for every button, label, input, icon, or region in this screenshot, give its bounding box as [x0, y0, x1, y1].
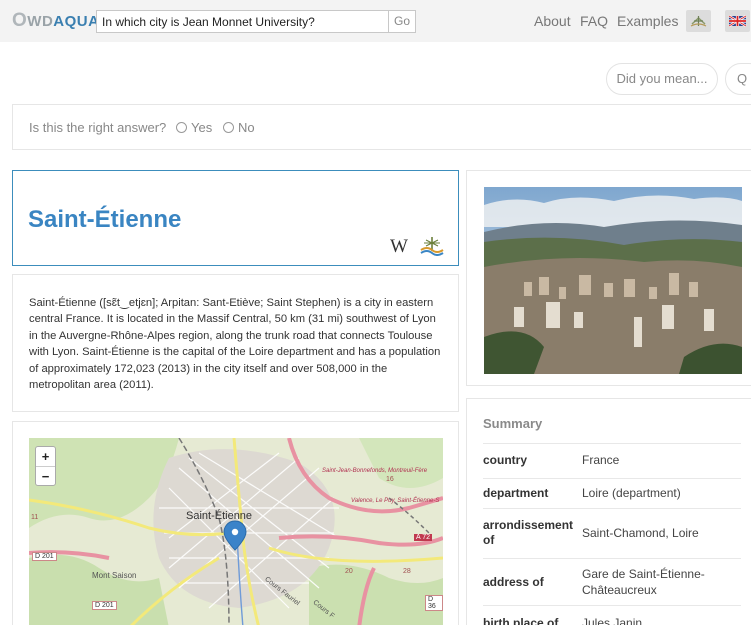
- summary-key: address of: [483, 575, 544, 589]
- nav-examples-link[interactable]: Examples: [617, 13, 678, 29]
- map-label-d201-a: D 201: [32, 552, 57, 561]
- summary-value[interactable]: Gare de Saint-Étienne-Châteaucreux: [582, 566, 742, 598]
- no-label: No: [238, 120, 255, 135]
- map-label-20: 20: [345, 568, 353, 575]
- map-zoom-control: + −: [35, 446, 56, 486]
- wdaqua-logo[interactable]: OWDAQUA: [12, 10, 99, 32]
- summary-row-department: department Loire (department): [483, 478, 741, 508]
- summary-value[interactable]: Saint-Chamond, Loire: [582, 525, 742, 541]
- summary-key: arrondissement of: [483, 518, 574, 547]
- map-label-mont-saison: Mont Saison: [92, 571, 137, 580]
- summary-value[interactable]: Jules Janin: [582, 615, 742, 625]
- map-label-11: 11: [31, 514, 39, 521]
- top-bar: OWDAQUA Go About FAQ Examples: [0, 0, 751, 42]
- go-button[interactable]: Go: [388, 10, 416, 33]
- wikidata-icon[interactable]: [419, 234, 445, 256]
- wikipedia-icon[interactable]: W: [390, 236, 408, 258]
- feedback-panel: Is this the right answer? Yes No: [12, 104, 751, 150]
- language-icon[interactable]: [686, 10, 711, 32]
- summary-row-address: address of Gare de Saint-Étienne-Château…: [483, 558, 741, 605]
- yes-label: Yes: [191, 120, 213, 135]
- summary-value[interactable]: Loire (department): [582, 485, 742, 501]
- map-view[interactable]: Saint-Étienne Mont Saison D 201 D 201 A …: [29, 438, 443, 625]
- logo-wd: WD: [27, 13, 54, 30]
- feedback-question: Is this the right answer?: [29, 120, 167, 135]
- photo-card: [466, 170, 751, 386]
- map-label-a72: A 72: [414, 534, 433, 541]
- logo-circle: O: [12, 10, 28, 31]
- summary-card: Summary country France department Loire …: [466, 398, 751, 625]
- map-tiles: [29, 438, 443, 625]
- logo-aqua: AQUA: [53, 13, 100, 30]
- summary-key: department: [483, 486, 549, 500]
- summary-row-birth-place: birth place of Jules Janin: [483, 605, 741, 625]
- map-label-road-a: Saint-Jean-Bonnefonds, Montreuil-Fère: [322, 468, 428, 474]
- map-label-16: 16: [386, 476, 394, 483]
- summary-key: birth place of: [483, 616, 559, 625]
- answer-title-card: Saint-Étienne W: [12, 170, 459, 266]
- city-photo[interactable]: [484, 187, 742, 374]
- map-label-d36: D 36: [425, 595, 443, 611]
- no-radio[interactable]: [223, 122, 234, 133]
- map-card: Saint-Étienne Mont Saison D 201 D 201 A …: [12, 421, 459, 625]
- query-button[interactable]: Q: [725, 63, 751, 95]
- map-label-28: 28: [403, 568, 411, 575]
- summary-title: Summary: [483, 416, 543, 431]
- description-text: Saint-Étienne ([sɛ̃t‿etjɛn]; Arpitan: Sa…: [29, 297, 441, 392]
- answer-title: Saint-Étienne: [28, 206, 182, 233]
- did-you-mean-button[interactable]: Did you mean...: [606, 63, 718, 95]
- nav-faq-link[interactable]: FAQ: [580, 13, 608, 29]
- nav-about-link[interactable]: About: [534, 13, 571, 29]
- uk-flag-icon[interactable]: [725, 10, 750, 32]
- yes-radio[interactable]: [176, 122, 187, 133]
- feedback-yes-option[interactable]: Yes: [176, 120, 212, 135]
- zoom-in-button[interactable]: +: [36, 447, 55, 466]
- summary-row-arrondissement: arrondissement of Saint-Chamond, Loire: [483, 508, 741, 558]
- summary-row-country: country France: [483, 443, 741, 478]
- map-label-city: Saint-Étienne: [186, 510, 253, 522]
- map-label-d201-b: D 201: [92, 601, 117, 610]
- summary-key: country: [483, 453, 528, 467]
- summary-value[interactable]: France: [582, 452, 742, 468]
- feedback-no-option[interactable]: No: [223, 120, 255, 135]
- map-label-road-b: Valence, Le Puy, Saint-Étienne-S: [351, 498, 440, 504]
- zoom-out-button[interactable]: −: [36, 466, 55, 485]
- question-input[interactable]: [96, 10, 389, 33]
- description-card: Saint-Étienne ([sɛ̃t‿etjɛn]; Arpitan: Sa…: [12, 274, 459, 412]
